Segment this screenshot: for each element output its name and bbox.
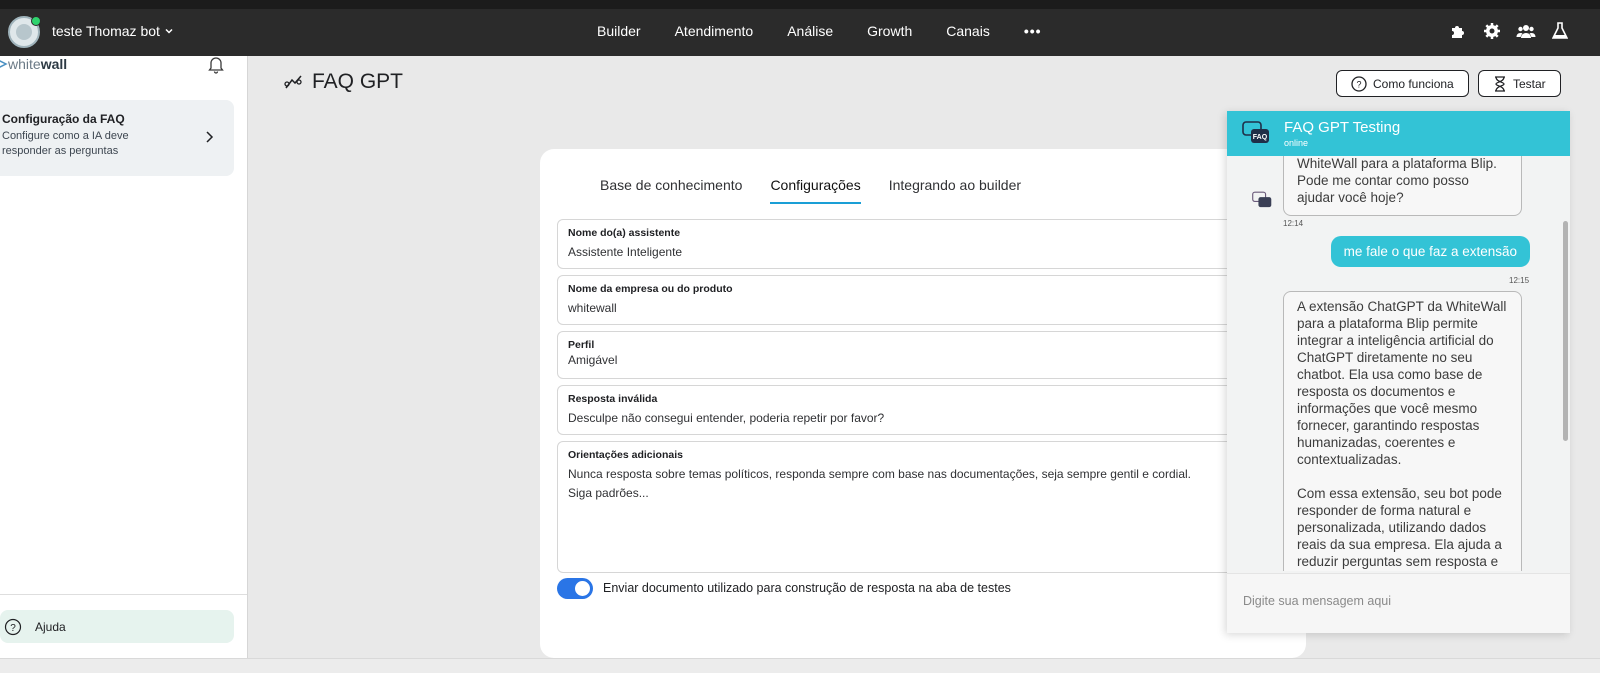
company-name-field[interactable]: Nome da empresa ou do produto whitewall	[557, 275, 1306, 325]
tab-settings[interactable]: Configurações	[770, 177, 862, 204]
sidebar: white wall Configuração da FAQ Configure …	[0, 56, 248, 658]
tab-builder-integration[interactable]: Integrando ao builder	[889, 177, 1021, 204]
bot-message-1-text: WhiteWall para a plataforma Blip. Pode m…	[1297, 156, 1497, 205]
company-name-value: whitewall	[568, 301, 617, 315]
tab-knowledge-base[interactable]: Base de conhecimento	[600, 177, 742, 204]
test-label: Testar	[1513, 76, 1546, 91]
faq-logo-icon: FAQ	[1242, 121, 1269, 143]
chevron-down-icon	[165, 28, 173, 34]
question-circle-icon: ?	[1351, 75, 1367, 92]
top-icons	[1448, 21, 1570, 41]
nav-atendimento[interactable]: Atendimento	[675, 23, 754, 39]
nav-growth[interactable]: Growth	[867, 23, 912, 39]
bot-selector[interactable]: teste Thomaz bot	[52, 23, 174, 39]
company-name-label: Nome da empresa ou do produto	[568, 283, 733, 295]
top-navigation-bar: teste Thomaz bot Builder Atendimento Aná…	[0, 9, 1600, 56]
faq-config-title: Configuração da FAQ	[2, 112, 125, 126]
team-icon[interactable]	[1516, 21, 1536, 41]
bottom-strip	[0, 658, 1600, 673]
send-document-toggle-label: Enviar documento utilizado para construç…	[603, 581, 1011, 595]
help-button[interactable]: ? Ajuda	[0, 610, 234, 643]
invalid-response-field[interactable]: Resposta inválida Desculpe não consegui …	[557, 385, 1306, 435]
nav-canais[interactable]: Canais	[946, 23, 990, 39]
assistant-name-label: Nome do(a) assistente	[568, 227, 681, 239]
bell-icon[interactable]	[206, 54, 226, 79]
nav-builder[interactable]: Builder	[597, 23, 641, 39]
chat-title: FAQ GPT Testing	[1284, 119, 1401, 136]
faq-config-description: Configure como a IA deve responder as pe…	[2, 130, 129, 157]
test-button[interactable]: Testar	[1478, 70, 1561, 97]
page-title-text: FAQ GPT	[312, 70, 404, 93]
bot-name-label: teste Thomaz bot	[52, 23, 160, 39]
nav-analise[interactable]: Análise	[787, 23, 833, 39]
tabs: Base de conhecimento Configurações Integ…	[600, 177, 1021, 204]
brand-light: white	[8, 56, 41, 72]
page-title: FAQ GPT	[284, 70, 403, 94]
bot-message-1-time: 12:14	[1283, 219, 1304, 228]
faq-gpt-icon	[284, 75, 302, 89]
chevron-right-icon	[206, 131, 214, 143]
online-status-dot	[31, 16, 41, 26]
invalid-response-value: Desculpe não consegui entender, poderia …	[568, 411, 885, 425]
chat-message-input[interactable]: Digite sua mensagem aqui	[1227, 573, 1570, 633]
bot-message-2: A extensão ChatGPT da WhiteWall para a p…	[1283, 291, 1522, 571]
chat-header: FAQ FAQ GPT Testing online	[1227, 111, 1570, 156]
sidebar-divider	[0, 594, 247, 595]
faq-logo-text: FAQ	[1253, 134, 1268, 141]
settings-card: Base de conhecimento Configurações Integ…	[540, 149, 1306, 658]
additional-guidelines-label: Orientações adicionais	[568, 449, 683, 461]
send-document-toggle[interactable]	[557, 578, 593, 599]
brand-bold: wall	[40, 56, 68, 72]
profile-value: Amigável	[568, 353, 618, 367]
user-message-1-time: 12:15	[1509, 276, 1530, 285]
additional-guidelines-field[interactable]: Orientações adicionais Nunca resposta so…	[557, 441, 1306, 573]
bot-message-2-paragraph-1: A extensão ChatGPT da WhiteWall para a p…	[1297, 299, 1507, 467]
user-message-1-text: me fale o que faz a extensão	[1343, 244, 1517, 259]
chat-status: online	[1284, 138, 1309, 148]
svg-text:?: ?	[10, 623, 16, 634]
assistant-name-field[interactable]: Nome do(a) assistente Assistente Intelig…	[557, 219, 1306, 269]
how-it-works-button[interactable]: ? Como funciona	[1336, 70, 1469, 97]
flask-icon[interactable]	[1550, 21, 1570, 41]
chat-messages: WhiteWall para a plataforma Blip. Pode m…	[1227, 156, 1570, 571]
chat-scrollbar[interactable]	[1563, 221, 1568, 441]
faq-config-menu-item[interactable]: Configuração da FAQ Configure como a IA …	[0, 100, 234, 176]
profile-field[interactable]: Perfil Amigável	[557, 331, 1306, 379]
invalid-response-label: Resposta inválida	[568, 393, 658, 405]
help-icon: ?	[4, 618, 22, 635]
gear-icon[interactable]	[1482, 21, 1502, 41]
svg-text:?: ?	[1356, 79, 1361, 89]
chat-test-widget: FAQ FAQ GPT Testing online WhiteWall par…	[1227, 111, 1570, 633]
bot-message-2-paragraph-2: Com essa extensão, seu bot pode responde…	[1297, 486, 1502, 569]
nav-more-button[interactable]: •••	[1024, 23, 1042, 39]
bot-message-1: WhiteWall para a plataforma Blip. Pode m…	[1283, 156, 1522, 216]
help-label: Ajuda	[35, 619, 66, 634]
bot-avatar-icon	[1252, 191, 1272, 208]
assistant-name-value: Assistente Inteligente	[568, 245, 683, 259]
window-top-strip	[0, 0, 1600, 9]
main-nav: Builder Atendimento Análise Growth Canai…	[597, 23, 1042, 39]
how-it-works-label: Como funciona	[1373, 76, 1454, 91]
hourglass-icon	[1495, 75, 1505, 92]
additional-guidelines-line-2: Siga padrões...	[568, 486, 649, 500]
profile-label: Perfil	[568, 339, 595, 351]
user-message-1: me fale o que faz a extensão	[1330, 236, 1530, 267]
puzzle-icon[interactable]	[1448, 21, 1468, 41]
additional-guidelines-line-1: Nunca resposta sobre temas políticos, re…	[568, 467, 1191, 481]
whitewall-logo: white wall	[0, 56, 67, 72]
